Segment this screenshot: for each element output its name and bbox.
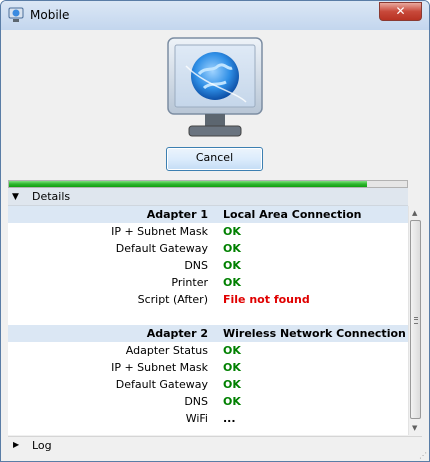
chevron-down-icon: ▼ [12, 192, 19, 202]
status-row: Printer OK [8, 274, 408, 291]
scrollbar-thumb[interactable] [410, 220, 421, 419]
scroll-up-arrow-icon[interactable]: ▲ [412, 209, 417, 217]
client-area: Cancel ▼ Details Adapter 1 Local Area Co… [8, 30, 422, 454]
monitor-globe-icon [8, 7, 24, 22]
status-row: DNS OK [8, 257, 408, 274]
progress-bar [8, 180, 408, 188]
status-row-label: DNS [184, 395, 208, 408]
adapter-header-row: Adapter 1 Local Area Connection [8, 206, 408, 223]
progress-fill [9, 181, 368, 187]
adapter-connection-name: Local Area Connection [223, 208, 362, 221]
grip-icon [414, 317, 418, 324]
adapter-header-row: Adapter 2 Wireless Network Connection [8, 325, 408, 342]
status-row: WiFi ... [8, 410, 408, 427]
adapter-name-label: Adapter 1 [146, 208, 208, 221]
status-row-value: ... [223, 412, 236, 425]
status-row-value: OK [223, 395, 241, 408]
status-row-label: Default Gateway [115, 378, 208, 391]
vertical-scrollbar[interactable]: ▲ ▼ [408, 206, 422, 435]
details-label: Details [32, 190, 71, 203]
status-row-value: File not found [223, 293, 310, 306]
mobile-window: Mobile ✕ Cancel ▼ Details Adapter 1 Loca… [0, 0, 430, 462]
status-row-value: OK [223, 276, 241, 289]
status-row-value: OK [223, 361, 241, 374]
status-row: Script (After) File not found [8, 291, 408, 308]
close-button[interactable]: ✕ [379, 2, 422, 21]
status-row-label: IP + Subnet Mask [111, 225, 208, 238]
status-row-label: WiFi [185, 412, 208, 425]
monitor-globe-icon [167, 37, 263, 137]
status-row: Default Gateway OK [8, 376, 408, 393]
adapter-name-label: Adapter 2 [146, 327, 208, 340]
status-row: IP + Subnet Mask OK [8, 359, 408, 376]
status-row-label: IP + Subnet Mask [111, 361, 208, 374]
status-row: Default Gateway OK [8, 240, 408, 257]
scroll-down-arrow-icon[interactable]: ▼ [412, 424, 417, 432]
status-row: Adapter Status OK [8, 342, 408, 359]
status-row-value: OK [223, 378, 241, 391]
details-panel: Adapter 1 Local Area Connection IP + Sub… [8, 206, 422, 435]
log-section-header[interactable]: ▶ Log [8, 436, 422, 454]
status-row-label: Default Gateway [115, 242, 208, 255]
window-title: Mobile [30, 8, 70, 22]
adapter-connection-name: Wireless Network Connection [223, 327, 406, 340]
status-row-value: OK [223, 259, 241, 272]
status-row-label: DNS [184, 259, 208, 272]
cancel-button[interactable]: Cancel [166, 147, 263, 171]
resize-grip-icon[interactable]: ⋰ [419, 451, 427, 460]
details-section-header[interactable]: ▼ Details [8, 188, 408, 206]
status-row: DNS OK [8, 393, 408, 410]
title-bar[interactable]: Mobile ✕ [1, 1, 429, 30]
status-row-label: Printer [171, 276, 208, 289]
status-row-value: OK [223, 225, 241, 238]
status-row: IP + Subnet Mask OK [8, 223, 408, 240]
status-row-value: OK [223, 242, 241, 255]
status-row-label: Adapter Status [125, 344, 208, 357]
status-row-label: Script (After) [137, 293, 208, 306]
chevron-right-icon: ▶ [13, 440, 20, 449]
log-label: Log [32, 439, 52, 452]
status-row-value: OK [223, 344, 241, 357]
